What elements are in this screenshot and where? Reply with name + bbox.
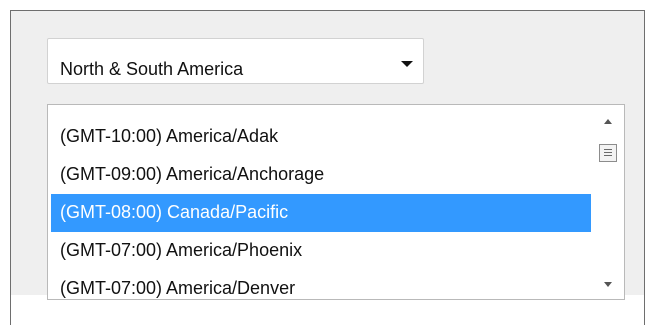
timezone-option[interactable]: (GMT-08:00) Canada/Pacific [51,194,591,232]
timezone-options: (GMT-10:00) America/Adak (GMT-09:00) Ame… [51,118,591,299]
timezone-option[interactable]: (GMT-07:00) America/Phoenix [51,232,591,270]
timezone-option[interactable]: (GMT-09:00) America/Anchorage [51,156,591,194]
timezone-listbox[interactable]: (GMT-10:00) America/Adak (GMT-09:00) Ame… [47,104,625,300]
scroll-thumb-grip-icon [604,152,612,153]
region-dropdown-value: North & South America [60,59,244,79]
timezone-option[interactable]: (GMT-10:00) America/Adak [51,118,591,156]
scroll-up-arrow-icon[interactable] [604,119,612,124]
chevron-down-icon [401,61,413,67]
region-dropdown[interactable]: North & South America [47,38,424,84]
listbox-scrollbar[interactable] [594,105,622,299]
timezone-option-label: (GMT-08:00) Canada/Pacific [60,202,289,222]
scroll-thumb[interactable] [599,144,617,162]
scroll-thumb-grip-icon [604,149,612,150]
timezone-option-label: (GMT-07:00) America/Phoenix [60,240,303,260]
timezone-option[interactable]: (GMT-07:00) America/Denver [51,270,591,299]
scroll-thumb-grip-icon [604,155,612,156]
scroll-down-arrow-icon[interactable] [604,282,612,287]
timezone-option-label: (GMT-07:00) America/Denver [60,278,296,298]
timezone-option-label: (GMT-10:00) America/Adak [60,126,279,146]
timezone-option-label: (GMT-09:00) America/Anchorage [60,164,325,184]
